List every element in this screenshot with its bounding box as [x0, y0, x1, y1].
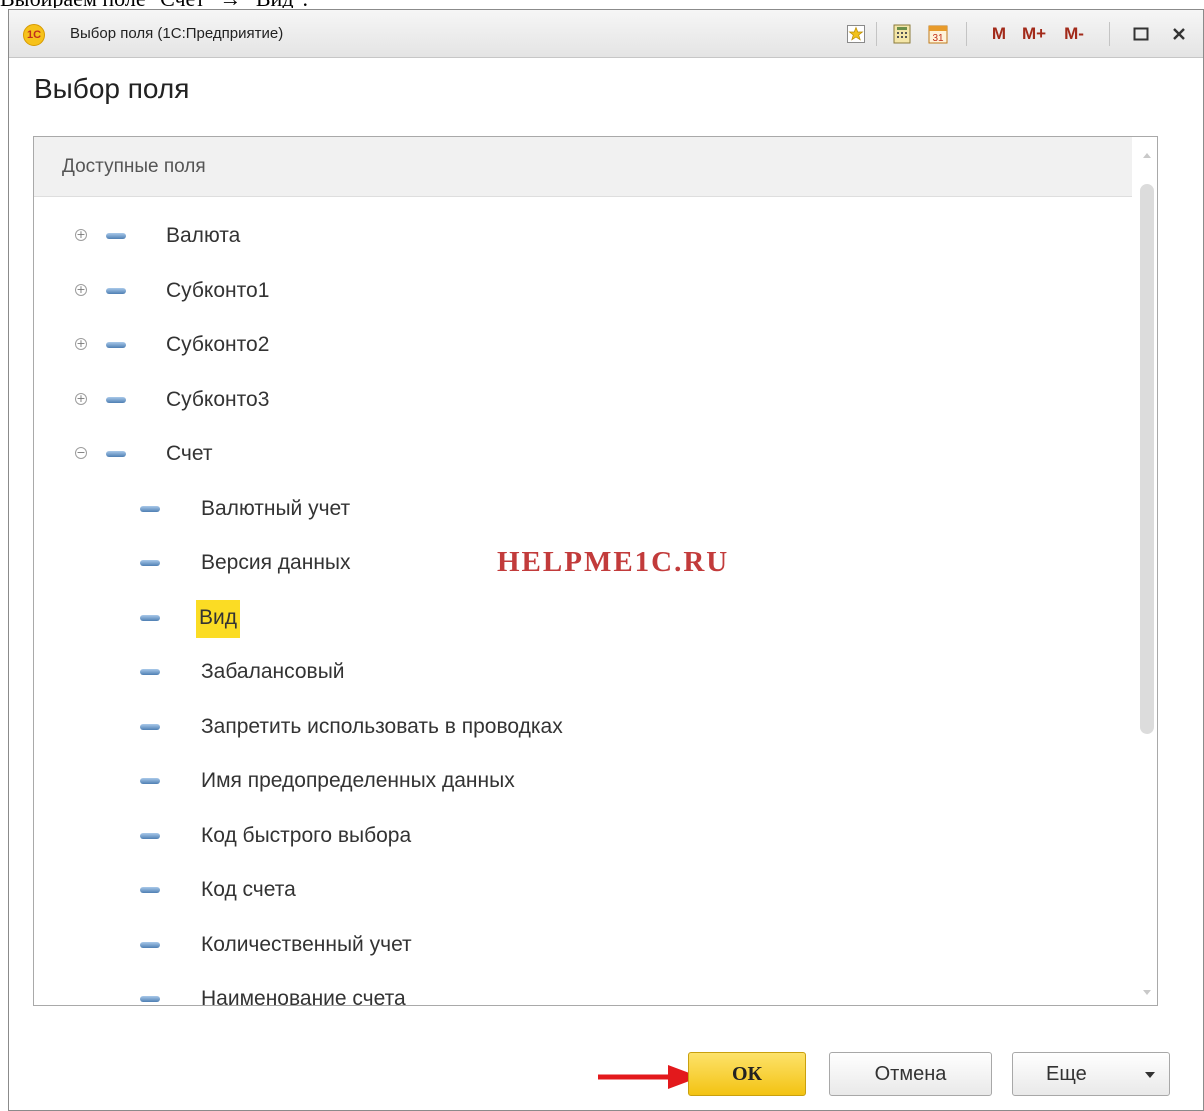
panel-header: Доступные поля	[34, 137, 1132, 197]
calendar-icon: 31	[928, 25, 948, 44]
expand-icon[interactable]: +	[75, 229, 87, 241]
maximize-icon	[1133, 27, 1149, 41]
dialog-heading: Выбор поля	[34, 73, 190, 104]
tree-item-subkonto3[interactable]: + Субконто3	[34, 380, 1124, 420]
tree-item-naimenovanie-scheta[interactable]: Наименование счета	[34, 979, 1124, 1006]
close-button[interactable]	[1165, 20, 1193, 48]
favorites-star-button[interactable]	[842, 20, 870, 48]
field-icon	[140, 615, 160, 621]
memory-m-button[interactable]: M	[987, 20, 1011, 48]
title-bar: 1С Выбор поля (1С:Предприятие) 31 M M+ M…	[9, 10, 1203, 58]
tree-item-label: Наименование счета	[201, 987, 406, 1006]
tree-item-label: Субконто1	[166, 279, 270, 302]
tree-item-label: Вид	[196, 600, 240, 638]
scroll-down-arrow-icon[interactable]	[1143, 990, 1151, 995]
calculator-icon	[893, 24, 911, 44]
tree-item-label: Имя предопределенных данных	[201, 769, 515, 792]
field-icon	[140, 506, 160, 512]
1c-logo-icon: 1С	[23, 24, 45, 46]
tree-item-label: Забалансовый	[201, 660, 345, 683]
tree-item-kod-scheta[interactable]: Код счета	[34, 870, 1124, 910]
tree-item-subkonto1[interactable]: + Субконто1	[34, 271, 1124, 311]
tree-item-label: Количественный учет	[201, 933, 412, 956]
window-title: Выбор поля (1С:Предприятие)	[70, 25, 284, 42]
chevron-down-icon	[1145, 1072, 1155, 1078]
field-icon	[106, 342, 126, 348]
tree-item-label: Код счета	[201, 878, 296, 901]
close-icon	[1173, 28, 1185, 40]
tree-item-label: Запретить использовать в проводках	[201, 715, 563, 738]
tree-item-kolichestvennyy-uchet[interactable]: Количественный учет	[34, 925, 1124, 965]
cancel-button[interactable]: Отмена	[829, 1052, 992, 1096]
field-icon	[140, 724, 160, 730]
field-icon	[106, 451, 126, 457]
calendar-day: 31	[932, 33, 944, 44]
field-icon	[140, 833, 160, 839]
tree-item-valyuta[interactable]: + Валюта	[34, 216, 1124, 256]
document-caption: Выбираем поле "Счет" → "Вид".	[0, 0, 1204, 8]
tree-item-label: Счет	[166, 442, 213, 465]
field-icon	[140, 778, 160, 784]
ok-button[interactable]: ОК	[688, 1052, 806, 1096]
expand-icon[interactable]: +	[75, 393, 87, 405]
field-icon	[106, 233, 126, 239]
memory-minus-button[interactable]: M-	[1057, 20, 1091, 48]
toolbar-separator	[966, 22, 967, 46]
field-icon	[106, 397, 126, 403]
tree-item-label: Валютный учет	[201, 497, 351, 520]
field-icon	[106, 288, 126, 294]
tree-item-schet[interactable]: − Счет	[34, 434, 1124, 474]
calendar-button[interactable]: 31	[924, 20, 952, 48]
field-icon	[140, 996, 160, 1002]
scrollbar-thumb[interactable]	[1140, 184, 1154, 734]
tree-item-zabalansovyy[interactable]: Забалансовый	[34, 652, 1124, 692]
field-icon	[140, 669, 160, 675]
star-icon	[847, 25, 865, 43]
tree-item-label: Код быстрого выбора	[201, 824, 412, 847]
expand-icon[interactable]: +	[75, 284, 87, 296]
tree-item-label: Валюта	[166, 224, 241, 247]
more-button-label: Еще	[1046, 1062, 1087, 1085]
tree-item-label: Субконто3	[166, 388, 270, 411]
tree-item-kod-bystrogo-vybora[interactable]: Код быстрого выбора	[34, 816, 1124, 856]
expand-icon[interactable]: +	[75, 338, 87, 350]
tree-item-label: Субконто2	[166, 333, 270, 356]
tree-item-vid-selected[interactable]: Вид	[34, 598, 1124, 638]
tree-item-imya-predopredelennykh[interactable]: Имя предопределенных данных	[34, 761, 1124, 801]
maximize-button[interactable]	[1127, 20, 1155, 48]
collapse-icon[interactable]: −	[75, 447, 87, 459]
field-icon	[140, 887, 160, 893]
memory-plus-button[interactable]: M+	[1017, 20, 1051, 48]
tree-item-label: Версия данных	[201, 551, 351, 574]
toolbar-separator	[1109, 22, 1110, 46]
field-icon	[140, 560, 160, 566]
pointer-arrow-icon	[598, 1065, 700, 1089]
panel-header-label: Доступные поля	[62, 156, 206, 177]
tree-item-valyutnyy-uchet[interactable]: Валютный учет	[34, 489, 1124, 529]
tree-item-zapretit[interactable]: Запретить использовать в проводках	[34, 707, 1124, 747]
more-dropdown-button[interactable]: Еще	[1012, 1052, 1170, 1096]
scroll-up-arrow-icon[interactable]	[1143, 153, 1151, 158]
field-icon	[140, 942, 160, 948]
toolbar-separator	[876, 22, 877, 46]
calculator-button[interactable]	[888, 20, 916, 48]
watermark-text: HELPME1C.RU	[497, 546, 730, 578]
tree-item-subkonto2[interactable]: + Субконто2	[34, 325, 1124, 365]
